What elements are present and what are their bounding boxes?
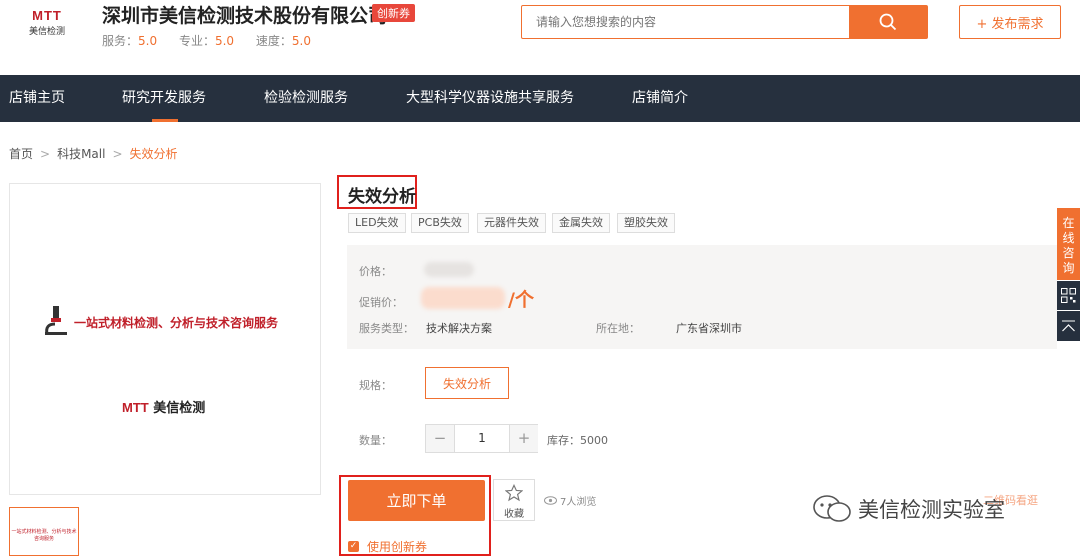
image-logo-mark: MTT: [122, 400, 149, 415]
product-thumbnail[interactable]: 一站式材料检测、分析与技术咨询服务: [9, 507, 79, 556]
logo-sub: 美信检测: [28, 27, 65, 37]
nav-item-instruments[interactable]: 大型科学仪器设施共享服务: [406, 75, 574, 122]
arrow-up-icon: [1062, 320, 1075, 332]
search-icon: [879, 13, 897, 31]
qrcode-button[interactable]: [1057, 281, 1080, 310]
rating-value: 5.0: [214, 34, 235, 48]
promo-price-redacted: [421, 287, 505, 309]
breadcrumb-current: 失效分析: [129, 147, 178, 161]
watermark-text: 美信检测实验室: [858, 498, 1005, 522]
rating-value: 5.0: [138, 34, 158, 48]
stock-count: 库存：5000: [547, 434, 608, 447]
online-consult-button[interactable]: 在线咨询: [1057, 208, 1080, 280]
rating-label: 速度：: [255, 34, 292, 48]
location-label: 所在地：: [596, 322, 640, 335]
rating-value: 5.0: [291, 34, 311, 48]
order-now-button[interactable]: 立即下单: [348, 480, 485, 521]
image-logo-text: 美信检测: [153, 401, 206, 416]
view-count-text: 7人浏览: [560, 497, 597, 508]
tag-metal[interactable]: 金属失效: [552, 213, 610, 233]
price-redacted: [424, 262, 474, 277]
innovation-coupon-badge: 创新券: [372, 4, 415, 22]
promo-price-unit: /个: [508, 289, 534, 311]
image-logo: MTT 美信检测: [122, 397, 205, 416]
qty-minus-button[interactable]: −: [426, 425, 454, 452]
search-button[interactable]: [849, 6, 927, 38]
nav-item-rnd[interactable]: 研究开发服务: [122, 75, 206, 122]
checkbox-checked-icon: ✓: [348, 541, 359, 552]
shop-name: 深圳市美信检测技术股份有限公司: [102, 5, 388, 27]
back-to-top-button[interactable]: [1057, 311, 1080, 341]
use-coupon-label: 使用创新券: [367, 540, 428, 554]
location-value: 广东省深圳市: [676, 322, 742, 335]
logo-mark: MTT: [32, 8, 62, 23]
nav-item-home[interactable]: 店铺主页: [9, 75, 65, 122]
publish-demand-button[interactable]: + 发布需求: [959, 5, 1061, 39]
shop-nav: 店铺主页 研究开发服务 检验检测服务 大型科学仪器设施共享服务 店铺简介: [0, 75, 1080, 122]
spec-option-button[interactable]: 失效分析: [425, 367, 509, 399]
product-title-box: 失效分析: [337, 175, 417, 209]
tag-plastic[interactable]: 塑胶失效: [617, 213, 675, 233]
service-type-label: 服务类型：: [359, 322, 414, 335]
tag-pcb[interactable]: PCB失效: [411, 213, 469, 233]
price-label: 价格：: [359, 265, 392, 278]
product-title: 失效分析: [348, 187, 416, 207]
chevron-right-icon: >: [40, 147, 51, 161]
nav-item-testing[interactable]: 检验检测服务: [264, 75, 348, 122]
nav-item-about[interactable]: 店铺简介: [632, 75, 688, 122]
shop-logo[interactable]: MTT 美信检测: [22, 8, 72, 37]
favorite-button[interactable]: 收藏: [493, 479, 535, 521]
search-bar: [521, 5, 928, 39]
tag-component[interactable]: 元器件失效: [477, 213, 546, 233]
qrcode-icon: [1061, 288, 1076, 303]
breadcrumb: 首页 > 科技Mall > 失效分析: [9, 145, 178, 162]
breadcrumb-home[interactable]: 首页: [9, 147, 33, 161]
wechat-icon: [813, 495, 851, 522]
chevron-right-icon: >: [112, 147, 123, 161]
breadcrumb-mall[interactable]: 科技Mall: [57, 147, 105, 161]
view-count: 7人浏览: [544, 493, 596, 508]
wechat-watermark: 美信检测实验室: [812, 494, 1005, 524]
shop-ratings: 服务：5.0 专业：5.0 速度：5.0: [102, 32, 329, 49]
quantity-stepper: − 1 +: [425, 424, 538, 453]
product-main-image[interactable]: 一站式材料检测、分析与技术咨询服务 MTT 美信检测: [9, 183, 321, 495]
qty-input[interactable]: 1: [454, 425, 510, 452]
spec-label: 规格：: [359, 379, 392, 392]
rating-label: 专业：: [178, 34, 215, 48]
search-input[interactable]: [522, 6, 849, 38]
rating-label: 服务：: [102, 34, 139, 48]
banner-text: 一站式材料检测、分析与技术咨询服务: [74, 316, 279, 330]
eye-icon: [544, 496, 557, 505]
favorite-label: 收藏: [504, 509, 524, 520]
service-type-value: 技术解决方案: [426, 322, 492, 335]
qty-plus-button[interactable]: +: [510, 425, 538, 452]
star-icon: [504, 483, 524, 502]
qty-label: 数量：: [359, 434, 392, 447]
use-coupon-checkbox[interactable]: ✓ 使用创新券: [348, 538, 427, 555]
tag-led[interactable]: LED失效: [348, 213, 406, 233]
microscope-icon: [45, 306, 67, 335]
promo-price-label: 促销价：: [359, 296, 403, 309]
